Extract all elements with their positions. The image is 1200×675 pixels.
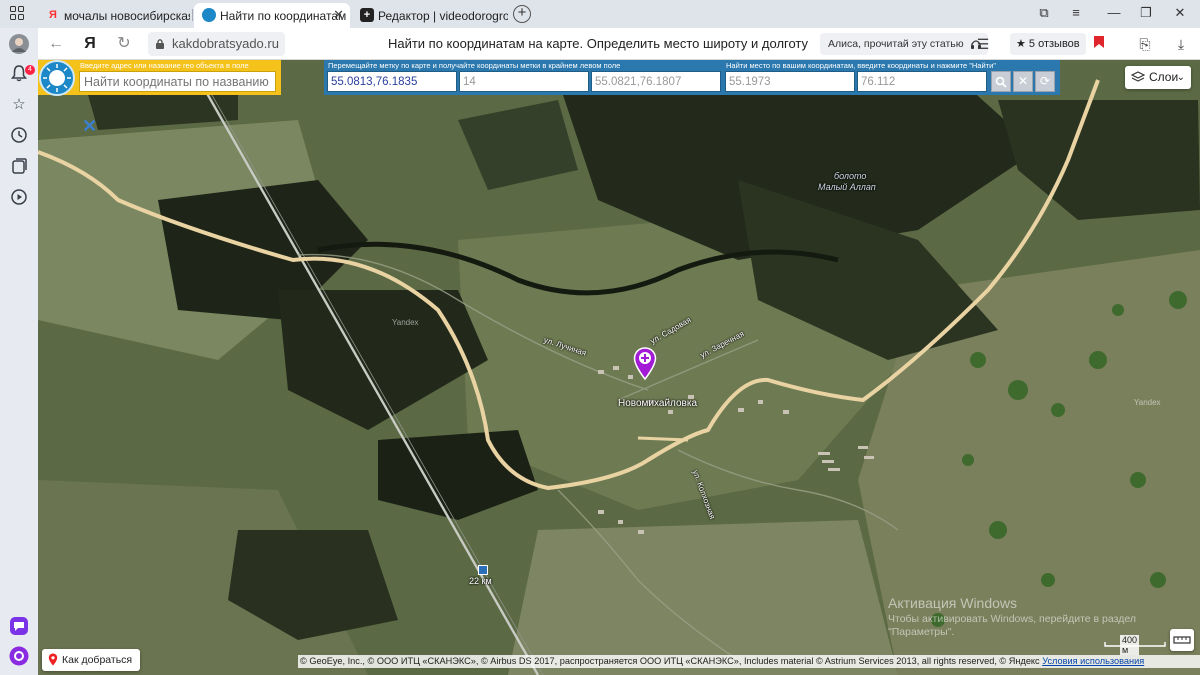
messenger-icon[interactable] <box>9 616 29 636</box>
activation-title: Активация Windows <box>888 595 1018 611</box>
address-bar: ← Я ↻ kakdobratsyado.ru Найти по координ… <box>38 28 1200 60</box>
notification-badge: 4 <box>25 65 35 75</box>
copyright-text: © GeoEye, Inc., © ООО ИТЦ «СКАНЭКС», © A… <box>300 656 1040 666</box>
zoom-level-field[interactable] <box>459 71 589 92</box>
star-icon[interactable]: ☆ <box>9 95 29 115</box>
move-marker-label: Перемещайте метку по карте и получайте к… <box>328 61 621 70</box>
layers-icon <box>1131 71 1145 82</box>
map-copyright: © GeoEye, Inc., © ООО ИТЦ «СКАНЭКС», © A… <box>298 655 1200 668</box>
route-button-label: Как добраться <box>62 654 133 666</box>
layers-label: Слои <box>1149 70 1179 84</box>
chevron-down-icon: ⌄ <box>1176 72 1185 83</box>
cross-marker-icon[interactable]: ✕ <box>82 116 97 137</box>
collections-icon[interactable] <box>9 157 29 177</box>
browser-sidebar: 4 ☆ <box>0 28 38 675</box>
site-logo-icon[interactable] <box>39 60 75 96</box>
history-icon[interactable] <box>9 126 29 146</box>
close-window-icon[interactable]: ✕ <box>1170 4 1190 22</box>
clear-button[interactable]: ✕ <box>1013 71 1033 92</box>
tab-separator <box>192 9 193 21</box>
swamp-label-line2: Малый Аллап <box>818 182 876 192</box>
ruler-button[interactable] <box>1170 629 1194 651</box>
ruler-icon <box>1173 636 1191 644</box>
center-coordinates-field[interactable] <box>591 71 721 92</box>
tab-search[interactable]: Я мочалы новосибирская о <box>38 3 190 28</box>
menu-icon[interactable]: ≡ <box>1066 4 1086 22</box>
satellite-map[interactable]: Введите адрес или название гео объекта в… <box>38 60 1200 675</box>
close-icon: ✕ <box>1017 74 1029 88</box>
page-title: Найти по координатам на карте. Определит… <box>387 36 809 51</box>
tab-title: Найти по координатам <box>220 8 347 23</box>
alice-read-label: Алиса, прочитай эту статью <box>828 38 964 50</box>
lock-icon <box>156 39 164 49</box>
village-label: Новомихайловка <box>618 398 698 409</box>
tab-title: Редактор | videodorogros <box>378 8 508 23</box>
latitude-input[interactable] <box>725 71 855 92</box>
restore-icon[interactable]: ❐ <box>1136 4 1156 22</box>
route-button[interactable]: Как добраться <box>42 649 141 671</box>
layers-button[interactable]: Слои ⌄ <box>1125 66 1191 89</box>
reviews-button[interactable]: ★ 5 отзывов <box>1010 33 1086 55</box>
coordinates-panel: Перемещайте метку по карте и получайте к… <box>324 60 1060 95</box>
terms-link[interactable]: Условия использования <box>1042 656 1144 666</box>
close-tab-icon[interactable]: ✕ <box>333 7 344 23</box>
search-icon <box>995 76 1007 88</box>
windows-activation-watermark: Активация Windows Чтобы активировать Win… <box>888 595 1136 639</box>
avatar[interactable] <box>9 34 29 54</box>
activation-line1: Чтобы активировать Windows, перейдите в … <box>888 613 1136 625</box>
url-text: kakdobratsyado.ru <box>172 36 279 51</box>
map-pin-icon <box>48 653 58 666</box>
alice-icon[interactable] <box>9 646 29 666</box>
editor-icon: + <box>360 8 374 22</box>
bookmark-icon[interactable] <box>1090 35 1108 53</box>
url-field[interactable]: kakdobratsyado.ru <box>148 32 285 56</box>
new-tab-button[interactable]: + <box>513 5 531 23</box>
download-icon[interactable]: ⤓ <box>1172 35 1190 53</box>
play-icon[interactable] <box>9 188 29 208</box>
pin-extension-icon[interactable]: ⎘ <box>1136 35 1154 53</box>
browser-tab-strip: Я мочалы новосибирская о Найти по коорди… <box>0 0 1200 28</box>
marker-coordinates-field[interactable] <box>327 71 457 92</box>
find-search-button[interactable] <box>991 71 1011 92</box>
yandex-icon: Я <box>49 9 57 21</box>
reader-mode-icon[interactable]: ☰ <box>974 35 992 53</box>
swamp-label-line1: болото <box>834 171 867 181</box>
map-terrain[interactable] <box>38 60 1200 675</box>
map-watermark: Yandex <box>392 318 419 327</box>
alice-read-button[interactable]: Алиса, прочитай эту статью <box>820 33 988 55</box>
name-search-hint: Введите адрес или название гео объекта в… <box>80 61 249 70</box>
bookmark-window-icon[interactable]: ⧉ <box>1034 4 1054 22</box>
railway-station-icon[interactable] <box>478 565 488 575</box>
longitude-input[interactable] <box>857 71 987 92</box>
km-label: 22 км <box>469 576 492 586</box>
location-marker-icon[interactable] <box>633 347 657 381</box>
site-favicon-icon <box>202 8 216 22</box>
reload-icon[interactable]: ↻ <box>114 34 134 54</box>
tab-title: мочалы новосибирская о <box>64 8 190 23</box>
tabs-grid-icon[interactable] <box>10 6 26 22</box>
refresh-button[interactable]: ⟳ <box>1035 71 1055 92</box>
back-arrow-icon[interactable]: ← <box>46 34 66 54</box>
name-search-input[interactable] <box>79 71 276 92</box>
map-watermark: Yandex <box>1134 398 1161 407</box>
tab-editor[interactable]: + Редактор | videodorogros <box>352 3 508 28</box>
minimize-icon[interactable]: — <box>1104 4 1124 22</box>
refresh-icon: ⟳ <box>1039 74 1051 88</box>
activation-line2: "Параметры". <box>888 626 955 638</box>
scale-label: 400 м <box>1120 635 1140 655</box>
yandex-home-button[interactable]: Я <box>80 34 100 54</box>
find-by-coords-label: Найти место по вашим координатам, введит… <box>726 61 996 70</box>
tab-coordinates[interactable]: Найти по координатам ✕ <box>194 3 350 28</box>
